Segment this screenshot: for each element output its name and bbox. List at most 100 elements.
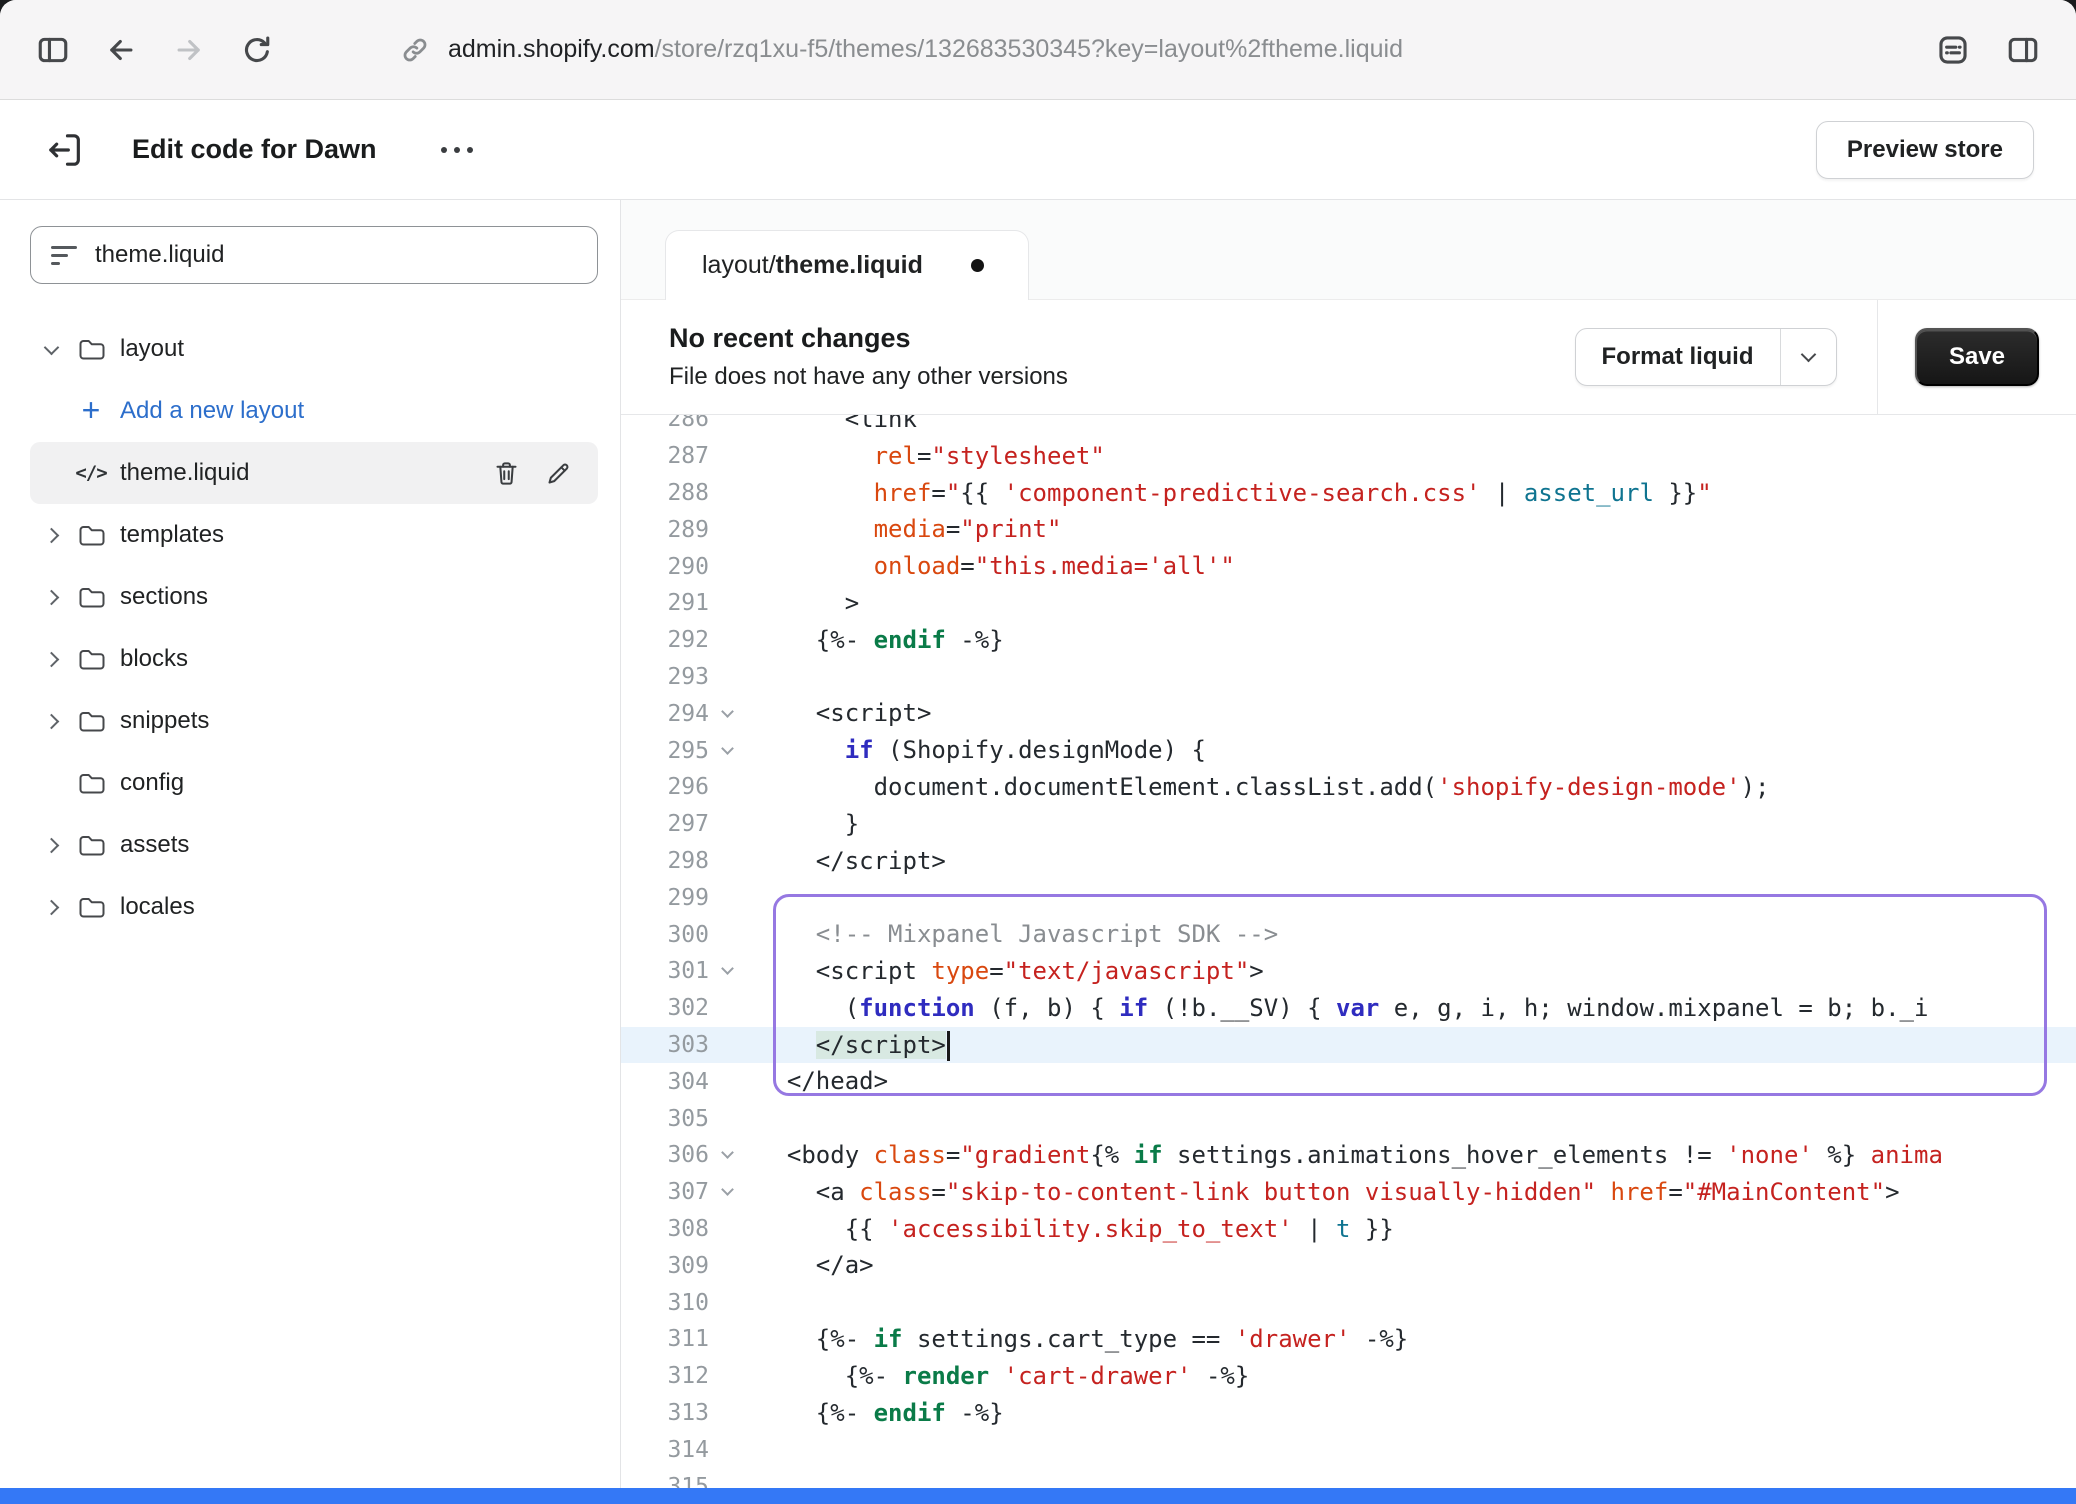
line-number: 293 — [621, 664, 709, 690]
code-line-302[interactable]: 302 (function (f, b) { if (!b.__SV) { va… — [621, 990, 2076, 1027]
code-line-296[interactable]: 296 document.documentElement.classList.a… — [621, 769, 2076, 806]
code-line-311[interactable]: 311 {%- if settings.cart_type == 'drawer… — [621, 1321, 2076, 1358]
sidebar-item-blocks[interactable]: blocks — [30, 628, 598, 690]
code-line-310[interactable]: 310 — [621, 1284, 2076, 1321]
code-text[interactable]: > — [758, 585, 859, 622]
save-button[interactable]: Save — [1915, 328, 2039, 386]
chevron-right-icon[interactable] — [32, 716, 70, 727]
code-text[interactable]: } — [758, 806, 859, 843]
code-line-303[interactable]: 303 </script> — [621, 1027, 2076, 1064]
sidebar-item-layout[interactable]: layout — [30, 318, 598, 380]
code-line-305[interactable]: 305 — [621, 1100, 2076, 1137]
sidebar-item-theme-liquid[interactable]: </>theme.liquid — [30, 442, 598, 504]
sidebar-item-config[interactable]: config — [30, 752, 598, 814]
code-text[interactable]: onload="this.media='all'" — [758, 548, 1235, 585]
chevron-right-icon[interactable] — [32, 902, 70, 913]
code-text[interactable]: (function (f, b) { if (!b.__SV) { var e,… — [758, 990, 1928, 1027]
code-line-304[interactable]: 304 </head> — [621, 1063, 2076, 1100]
code-line-291[interactable]: 291 > — [621, 585, 2076, 622]
code-line-314[interactable]: 314 — [621, 1431, 2076, 1468]
editor-panel: layout/theme.liquid No recent changes Fi… — [621, 200, 2076, 1488]
code-text[interactable]: <link — [758, 415, 917, 438]
code-line-289[interactable]: 289 media="print" — [621, 511, 2076, 548]
code-editor[interactable]: 286 <link287 rel="stylesheet"288 href="{… — [621, 415, 2076, 1488]
code-text[interactable]: if (Shopify.designMode) { — [758, 732, 1206, 769]
code-line-293[interactable]: 293 — [621, 659, 2076, 696]
code-line-299[interactable]: 299 — [621, 879, 2076, 916]
format-options-dropdown[interactable] — [1780, 329, 1836, 385]
delete-file-button[interactable] — [480, 449, 532, 497]
code-line-290[interactable]: 290 onload="this.media='all'" — [621, 548, 2076, 585]
sidebar-item-snippets[interactable]: snippets — [30, 690, 598, 752]
forward-icon[interactable] — [166, 27, 212, 73]
code-text[interactable]: <script> — [758, 695, 931, 732]
code-line-307[interactable]: 307 <a class="skip-to-content-link butto… — [621, 1174, 2076, 1211]
code-line-297[interactable]: 297 } — [621, 806, 2076, 843]
fold-toggle-icon[interactable] — [709, 1153, 745, 1157]
code-line-295[interactable]: 295 if (Shopify.designMode) { — [621, 732, 2076, 769]
code-text[interactable]: {%- render 'cart-drawer' -%} — [758, 1358, 1249, 1395]
rename-file-button[interactable] — [532, 449, 584, 497]
code-line-287[interactable]: 287 rel="stylesheet" — [621, 438, 2076, 475]
chevron-right-icon[interactable] — [32, 654, 70, 665]
code-line-312[interactable]: 312 {%- render 'cart-drawer' -%} — [621, 1358, 2076, 1395]
exit-code-editor-button[interactable] — [42, 127, 88, 173]
address-bar[interactable]: admin.shopify.com/store/rzq1xu-f5/themes… — [398, 27, 1403, 73]
file-filter-input[interactable]: theme.liquid — [30, 226, 598, 284]
reload-icon[interactable] — [234, 27, 280, 73]
panel-right-icon[interactable] — [2000, 27, 2046, 73]
code-text[interactable]: rel="stylesheet" — [758, 438, 1105, 475]
code-text[interactable]: </a> — [758, 1247, 874, 1284]
tab-theme-liquid[interactable]: layout/theme.liquid — [665, 230, 1029, 300]
fold-toggle-icon[interactable] — [709, 1190, 745, 1194]
file-tree: layout +Add a new layout</>theme.liquidte… — [0, 318, 620, 938]
code-text[interactable]: {%- endif -%} — [758, 1395, 1004, 1432]
code-line-308[interactable]: 308 {{ 'accessibility.skip_to_text' | t … — [621, 1211, 2076, 1248]
code-text[interactable]: {{ 'accessibility.skip_to_text' | t }} — [758, 1211, 1394, 1248]
extensions-icon[interactable] — [1930, 27, 1976, 73]
code-line-294[interactable]: 294 <script> — [621, 695, 2076, 732]
code-text[interactable]: {%- endif -%} — [758, 622, 1004, 659]
browser-window: admin.shopify.com/store/rzq1xu-f5/themes… — [0, 0, 2076, 1504]
code-text[interactable]: <body class="gradient{% if settings.anim… — [758, 1137, 1943, 1174]
code-text[interactable]: media="print" — [758, 511, 1061, 548]
more-actions-button[interactable] — [441, 147, 473, 153]
sidebar-item-label: layout — [120, 335, 184, 363]
code-line-313[interactable]: 313 {%- endif -%} — [621, 1395, 2076, 1432]
sidebar-item-add-a-new-layout[interactable]: +Add a new layout — [30, 380, 598, 442]
code-text[interactable]: <a class="skip-to-content-link button vi… — [758, 1174, 1900, 1211]
preview-store-button[interactable]: Preview store — [1816, 121, 2034, 179]
sidebar-item-assets[interactable]: assets — [30, 814, 598, 876]
code-line-298[interactable]: 298 </script> — [621, 843, 2076, 880]
fold-toggle-icon[interactable] — [709, 969, 745, 973]
chevron-right-icon[interactable] — [32, 530, 70, 541]
code-line-286[interactable]: 286 <link — [621, 415, 2076, 438]
code-text[interactable]: <!-- Mixpanel Javascript SDK --> — [758, 916, 1278, 953]
format-liquid-button[interactable]: Format liquid — [1575, 328, 1837, 386]
code-line-301[interactable]: 301 <script type="text/javascript"> — [621, 953, 2076, 990]
code-line-292[interactable]: 292 {%- endif -%} — [621, 622, 2076, 659]
code-line-315[interactable]: 315 — [621, 1468, 2076, 1488]
code-line-306[interactable]: 306 <body class="gradient{% if settings.… — [621, 1137, 2076, 1174]
fold-toggle-icon[interactable] — [709, 712, 745, 716]
sidebar-item-locales[interactable]: locales — [30, 876, 598, 938]
code-line-288[interactable]: 288 href="{{ 'component-predictive-searc… — [621, 475, 2076, 512]
code-line-300[interactable]: 300 <!-- Mixpanel Javascript SDK --> — [621, 916, 2076, 953]
code-text[interactable]: href="{{ 'component-predictive-search.cs… — [758, 475, 1712, 512]
fold-toggle-icon[interactable] — [709, 749, 745, 753]
sidebar-item-sections[interactable]: sections — [30, 566, 598, 628]
code-text[interactable]: </head> — [758, 1063, 888, 1100]
code-text[interactable]: </script> — [758, 843, 946, 880]
code-line-309[interactable]: 309 </a> — [621, 1247, 2076, 1284]
chevron-right-icon[interactable] — [32, 840, 70, 851]
sidebar-item-templates[interactable]: templates — [30, 504, 598, 566]
back-icon[interactable] — [98, 27, 144, 73]
chevron-right-icon[interactable] — [32, 592, 70, 603]
code-text[interactable]: <script type="text/javascript"> — [758, 953, 1264, 990]
code-text[interactable]: document.documentElement.classList.add('… — [758, 769, 1769, 806]
chevron-down-icon[interactable] — [32, 346, 70, 353]
code-text[interactable]: {%- if settings.cart_type == 'drawer' -%… — [758, 1321, 1408, 1358]
panel-left-icon[interactable] — [30, 27, 76, 73]
code-text[interactable]: </script> — [758, 1027, 950, 1064]
line-number: 302 — [621, 995, 709, 1021]
